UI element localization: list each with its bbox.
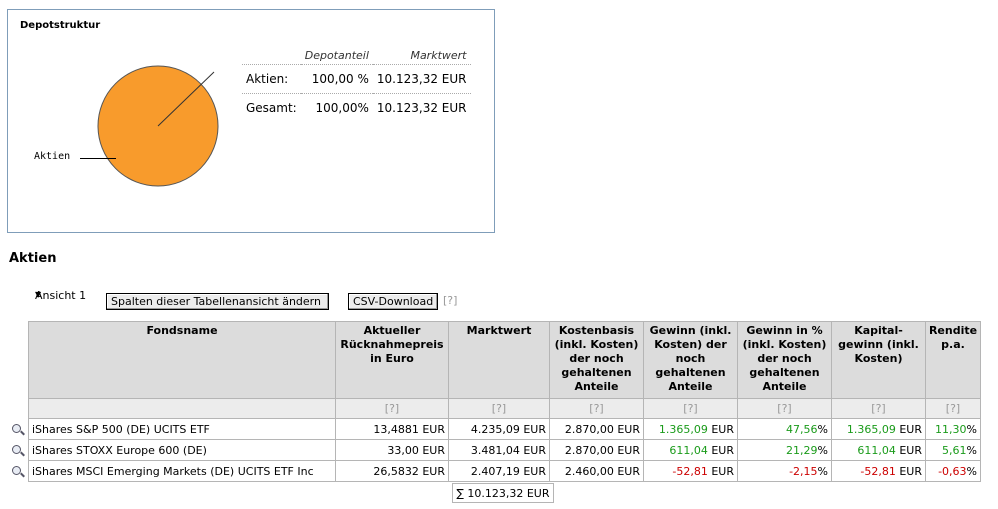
fund-gain-pct: -2,15% — [737, 460, 832, 482]
fund-gain: 1.365,09 EUR — [643, 418, 738, 440]
gain-unit: EUR — [707, 464, 734, 478]
fund-gain-pct: 21,29% — [737, 439, 832, 461]
help-link[interactable]: [?] — [737, 398, 832, 419]
fund-price: 33,00 EUR — [335, 439, 449, 461]
fund-gain-pct: 47,56% — [737, 418, 832, 440]
summary-share-aktien: 100,00 % — [300, 64, 373, 94]
table-row: iShares MSCI Emerging Markets (DE) UCITS… — [28, 460, 981, 482]
zoom-icon[interactable] — [10, 423, 26, 439]
fund-cap-gain: -52,81 EUR — [831, 460, 926, 482]
gain-amount: 1.365,09 — [658, 422, 708, 436]
gain-unit: EUR — [707, 422, 734, 436]
gain-pct-amount: -2,15 — [789, 464, 818, 478]
header-depotanteil: Depotanteil — [300, 46, 373, 65]
col-header-fondsname[interactable]: Fondsname — [28, 321, 336, 399]
cap-gain-amount: 1.365,09 — [846, 422, 896, 436]
summary-value-aktien: 10.123,32 EUR — [372, 64, 471, 94]
fund-cap-gain: 611,04 EUR — [831, 439, 926, 461]
yield-amount: 5,61 — [942, 443, 967, 457]
pct-unit: % — [817, 422, 828, 436]
fund-cost: 2.870,00 EUR — [549, 439, 644, 461]
col-header-kostenbasis[interactable]: Kostenbasis (inkl. Kosten) der noch geha… — [549, 321, 644, 399]
help-link[interactable]: [?] — [831, 398, 926, 419]
zoom-icon-handle — [20, 472, 25, 478]
fund-cost: 2.870,00 EUR — [549, 418, 644, 440]
summary-share-gesamt: 100,00% — [315, 101, 369, 115]
fund-value: 2.407,19 EUR — [448, 460, 550, 482]
help-link[interactable]: [?] — [335, 398, 449, 419]
pct-unit: % — [817, 464, 828, 478]
zoom-icon[interactable] — [10, 465, 26, 481]
cap-unit: EUR — [895, 422, 922, 436]
col-header-rendite[interactable]: Rendite p.a. — [925, 321, 981, 399]
yield-unit: % — [966, 443, 977, 457]
fund-yield: 11,30% — [925, 418, 981, 440]
zoom-icon-handle — [20, 430, 25, 436]
depot-title: Depotstruktur — [20, 20, 101, 31]
fund-name[interactable]: iShares MSCI Emerging Markets (DE) UCITS… — [28, 460, 336, 482]
funds-table: Fondsname Aktueller Rücknahmepreis in Eu… — [28, 321, 981, 482]
help-link[interactable]: [?] — [549, 398, 644, 419]
col-header-gewinn[interactable]: Gewinn (inkl. Kosten) der noch gehaltene… — [643, 321, 738, 399]
table-row: iShares STOXX Europe 600 (DE) 33,00 EUR … — [28, 439, 981, 461]
yield-unit: % — [966, 464, 977, 478]
cap-unit: EUR — [895, 443, 922, 457]
gain-amount: 611,04 — [669, 443, 708, 457]
gain-unit: EUR — [707, 443, 734, 457]
fund-value: 3.481,04 EUR — [448, 439, 550, 461]
fund-gain: -52,81 EUR — [643, 460, 738, 482]
pct-unit: % — [817, 443, 828, 457]
change-columns-button[interactable]: Spalten dieser Tabellenansicht ändern — [106, 293, 329, 310]
chevron-down-icon: ▼ — [35, 290, 42, 299]
fund-value: 4.235,09 EUR — [448, 418, 550, 440]
table-row: iShares S&P 500 (DE) UCITS ETF 13,4881 E… — [28, 418, 981, 440]
yield-amount: 11,30 — [935, 422, 967, 436]
col-header-gewinn-prozent[interactable]: Gewinn in % (inkl. Kosten) der noch geha… — [737, 321, 832, 399]
fund-gain: 611,04 EUR — [643, 439, 738, 461]
total-market-value: ∑ 10.123,32 EUR — [452, 483, 554, 503]
summary-label-gesamt: Gesamt: — [246, 101, 297, 115]
yield-amount: -0,63 — [938, 464, 967, 478]
depotstruktur-panel: Depotstruktur Aktien Depotanteil Marktwe… — [7, 9, 495, 233]
help-link[interactable]: [?] — [448, 398, 550, 419]
fund-cap-gain: 1.365,09 EUR — [831, 418, 926, 440]
gain-pct-amount: 47,56 — [786, 422, 818, 436]
csv-download-button[interactable]: CSV-Download — [348, 293, 438, 310]
fund-price: 26,5832 EUR — [335, 460, 449, 482]
section-title-aktien: Aktien — [9, 251, 57, 266]
summary-label-aktien: Aktien: — [242, 64, 301, 94]
fund-name[interactable]: iShares STOXX Europe 600 (DE) — [28, 439, 336, 461]
cap-gain-amount: -52,81 — [860, 464, 896, 478]
fund-yield: -0,63% — [925, 460, 981, 482]
fund-yield: 5,61% — [925, 439, 981, 461]
help-link[interactable]: [?] — [925, 398, 981, 419]
gain-pct-amount: 21,29 — [786, 443, 818, 457]
zoom-icon[interactable] — [10, 444, 26, 460]
view-select[interactable]: Ansicht 1 ▼ — [31, 288, 101, 305]
csv-help-link[interactable]: [?] — [443, 294, 457, 307]
help-row: [?] [?] [?] [?] [?] [?] [?] — [28, 398, 981, 419]
col-header-ruecknahmepreis[interactable]: Aktueller Rücknahmepreis in Euro — [335, 321, 449, 399]
help-link[interactable]: [?] — [643, 398, 738, 419]
cap-unit: EUR — [895, 464, 922, 478]
col-header-kapitalgewinn[interactable]: Kapital-gewinn (inkl. Kosten) — [831, 321, 926, 399]
gain-amount: -52,81 — [672, 464, 708, 478]
allocation-pie-chart — [97, 65, 219, 187]
yield-unit: % — [966, 422, 977, 436]
fund-cost: 2.460,00 EUR — [549, 460, 644, 482]
cap-gain-amount: 611,04 — [857, 443, 896, 457]
depot-summary-table: Depotanteil Marktwert Aktien: 100,00 % 1… — [242, 46, 471, 122]
zoom-icon-handle — [20, 451, 25, 457]
header-marktwert: Marktwert — [372, 46, 471, 65]
col-header-marktwert[interactable]: Marktwert — [448, 321, 550, 399]
fund-price: 13,4881 EUR — [335, 418, 449, 440]
pie-label-leader — [80, 158, 116, 159]
pie-label-aktien: Aktien — [34, 151, 71, 162]
fund-name[interactable]: iShares S&P 500 (DE) UCITS ETF — [28, 418, 336, 440]
summary-value-gesamt: 10.123,32 EUR — [376, 101, 467, 115]
